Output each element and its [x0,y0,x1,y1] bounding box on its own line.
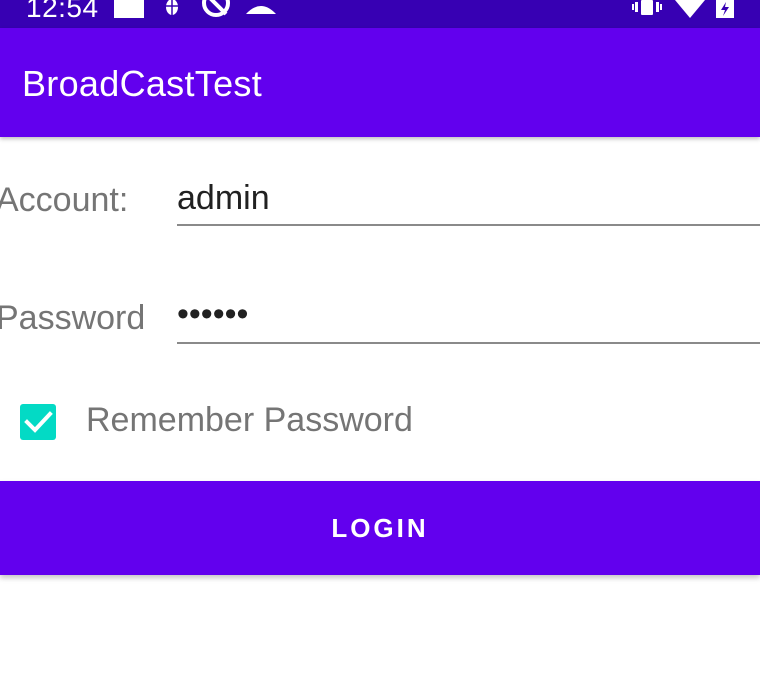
password-field-value: •••••• [177,295,249,333]
remember-password-label[interactable]: Remember Password [86,400,413,440]
login-button-label: LOGIN [331,512,429,543]
status-time: 12:54 [26,0,99,23]
app-title: BroadCastTest [22,63,263,104]
battery-charging-icon [716,0,734,18]
vibrate-icon [632,0,662,16]
app-bar: BroadCastTest [0,28,760,137]
account-field-value: admin [177,179,270,217]
app-screen: 12:54 BroadCastTest Account: admin Passw… [0,0,760,676]
account-icon [246,0,276,14]
no-data-saver-icon [200,0,232,18]
status-bar: 12:54 [0,0,760,28]
sd-card-icon [114,0,144,18]
remember-password-checkbox[interactable] [20,404,56,440]
account-label: Account: [0,181,129,219]
account-field[interactable]: admin [177,170,760,226]
password-label: Password [0,299,146,337]
checkmark-icon [24,411,53,433]
login-button[interactable]: LOGIN [0,481,760,575]
password-field[interactable]: •••••• [177,288,760,344]
wifi-icon [675,0,705,18]
bug-icon [162,0,182,16]
